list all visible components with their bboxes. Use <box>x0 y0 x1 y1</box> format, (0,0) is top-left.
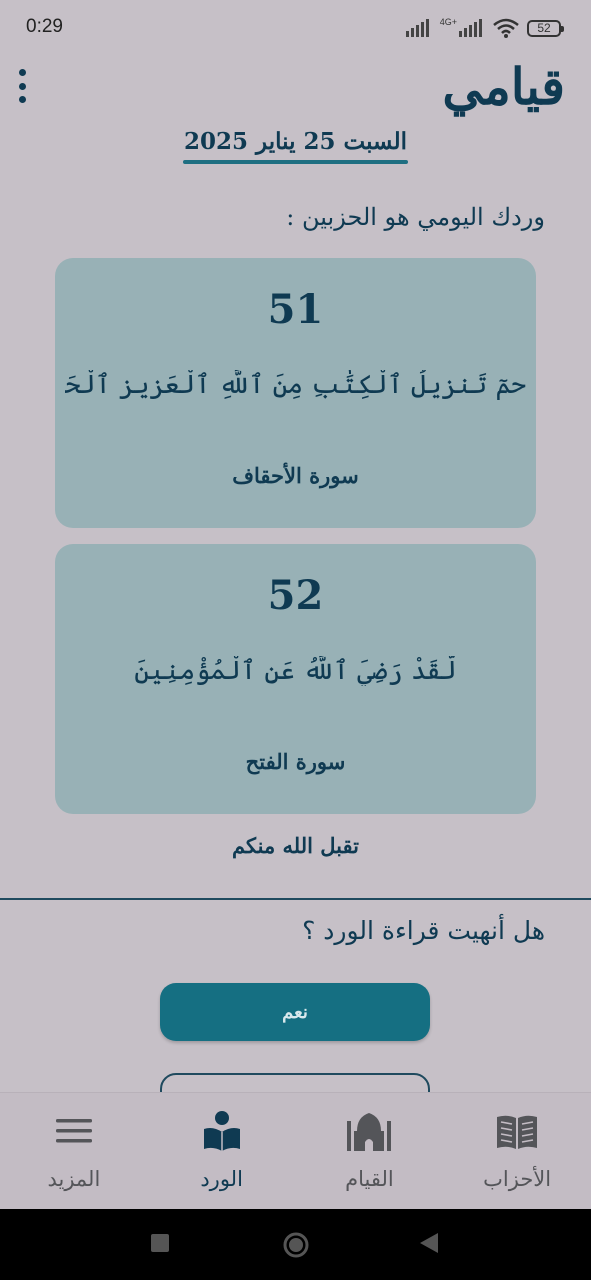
network-type: 4G+ <box>439 17 457 27</box>
book-icon <box>497 1115 538 1149</box>
hizb-card: 51 حمٓ تَنزِيلُ ٱلْكِتَٰبِ مِنَ ٱللَّهِ … <box>55 258 536 528</box>
hizb-card: 52 لَّقَدْ رَضِيَ ٱللَّهُ عَنِ ٱلْمُؤْمِ… <box>55 544 536 814</box>
home-icon[interactable] <box>282 1231 310 1259</box>
back-icon[interactable] <box>418 1231 440 1255</box>
app-title: قيامي <box>442 57 565 116</box>
battery-icon: 52 <box>527 19 564 37</box>
surah-name: سورة الفتح <box>245 749 346 774</box>
quran-reader-icon <box>203 1111 240 1151</box>
date-text: السبت 25 يناير 2025 <box>184 128 407 155</box>
nav-label-more: المزيد <box>47 1167 101 1191</box>
mosque-icon <box>347 1113 392 1151</box>
section-divider <box>0 898 591 900</box>
status-bar: 0:29 4G+ 52 <box>0 0 591 54</box>
nav-label-ahzab: الأحزاب <box>483 1167 552 1191</box>
bottom-nav: المزيد الورد القيام الأحزاب <box>0 1092 591 1211</box>
status-icons: 4G+ 52 <box>405 16 564 40</box>
more-vert-icon[interactable] <box>12 66 32 106</box>
hamburger-menu-icon <box>55 1119 92 1143</box>
daily-intro: وردك اليومي هو الحزبين : <box>286 203 545 231</box>
hizb-number: 51 <box>267 286 324 333</box>
status-time: 0:29 <box>26 16 63 37</box>
blessing-text: تقبل الله منكم <box>232 833 359 858</box>
surah-name: سورة الأحقاف <box>232 463 359 488</box>
battery-level: 52 <box>537 21 551 35</box>
signal-icon-2 <box>459 19 482 37</box>
yes-button-label: نعم <box>282 1001 308 1023</box>
date-display: السبت 25 يناير 2025 <box>183 128 408 164</box>
completion-question: هل أنهيت قراءة الورد ؟ <box>302 916 545 945</box>
hizb-start-verse: حمٓ تَنزِيلُ ٱلْكِتَٰبِ مِنَ ٱللَّهِ ٱلْ… <box>65 370 526 400</box>
nav-item-more[interactable]: المزيد <box>0 1093 148 1211</box>
recents-icon[interactable] <box>150 1231 170 1255</box>
hizb-number: 52 <box>267 572 324 619</box>
wifi-icon <box>493 18 519 38</box>
signal-icon <box>405 19 429 37</box>
date-underline <box>183 160 408 164</box>
nav-label-wird: الورد <box>200 1167 243 1191</box>
nav-item-wird[interactable]: الورد <box>148 1093 296 1211</box>
nav-item-ahzab[interactable]: الأحزاب <box>443 1093 591 1211</box>
hizb-start-verse: لَّقَدْ رَضِيَ ٱللَّهُ عَنِ ٱلْمُؤْمِنِي… <box>134 656 457 686</box>
yes-button[interactable]: نعم <box>160 983 430 1041</box>
nav-item-qiyam[interactable]: القيام <box>296 1093 444 1211</box>
android-nav-bar <box>0 1209 591 1280</box>
nav-label-qiyam: القيام <box>345 1167 394 1191</box>
